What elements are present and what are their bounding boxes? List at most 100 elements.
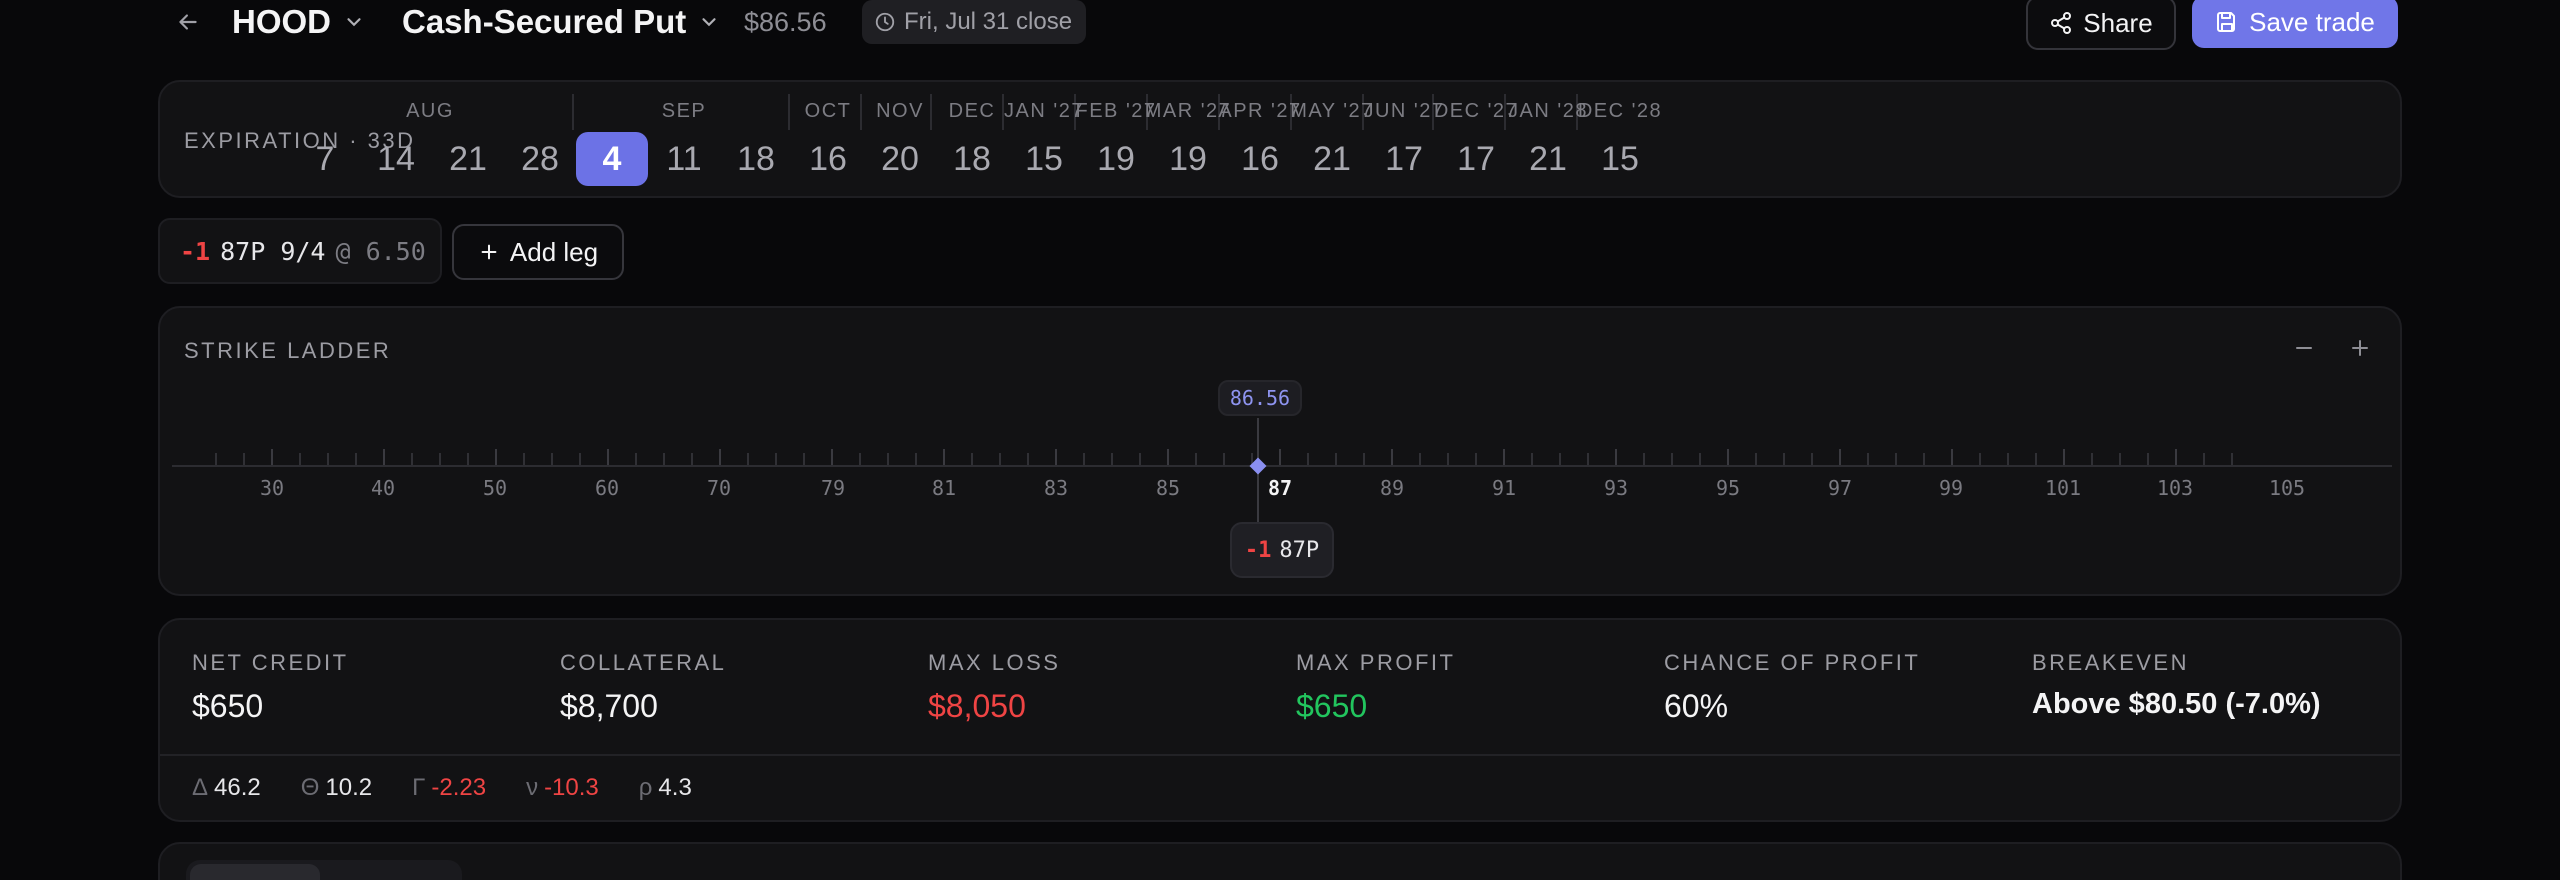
strategy-selector[interactable]: Cash-Secured Put bbox=[402, 0, 720, 44]
ladder-tick bbox=[747, 453, 749, 465]
strike-label[interactable]: 83 bbox=[1044, 476, 1068, 500]
expiration-day[interactable]: 20 bbox=[864, 132, 936, 186]
expiration-month: DEC '27 bbox=[1433, 100, 1519, 122]
collateral-stat: COLLATERAL $8,700 bbox=[560, 650, 726, 725]
add-leg-button[interactable]: Add leg bbox=[452, 224, 624, 280]
zoom-out-button[interactable] bbox=[2288, 332, 2320, 364]
expiration-month: JAN '28 bbox=[1508, 100, 1588, 122]
expiration-day[interactable]: 21 bbox=[432, 132, 504, 186]
expiration-day[interactable]: 21 bbox=[1296, 132, 1368, 186]
ladder-tick bbox=[1839, 449, 1841, 465]
expiration-day[interactable]: 21 bbox=[1512, 132, 1584, 186]
zoom-in-button[interactable] bbox=[2344, 332, 2376, 364]
ladder-tick bbox=[1811, 453, 1813, 465]
expiration-day[interactable]: 28 bbox=[504, 132, 576, 186]
ladder-tick bbox=[1615, 449, 1617, 465]
expiration-day[interactable]: 16 bbox=[1224, 132, 1296, 186]
ladder-tick bbox=[1111, 453, 1113, 465]
greek-symbol: Θ bbox=[300, 774, 320, 801]
ticker-symbol: HOOD bbox=[232, 3, 331, 40]
ladder-tick bbox=[1699, 453, 1701, 465]
ladder-tick bbox=[1923, 453, 1925, 465]
stats-divider bbox=[160, 754, 2400, 756]
ladder-tick bbox=[2035, 453, 2037, 465]
strike-label[interactable]: 105 bbox=[2269, 476, 2305, 500]
greek-value: -10.3 bbox=[544, 774, 599, 801]
expiration-day[interactable]: 18 bbox=[936, 132, 1008, 186]
strike-label[interactable]: 87 bbox=[1268, 476, 1292, 500]
ladder-tick bbox=[1027, 453, 1029, 465]
share-button[interactable]: Share bbox=[2026, 0, 2176, 50]
ticker-selector[interactable]: HOOD bbox=[232, 0, 365, 44]
ladder-tick bbox=[719, 449, 721, 465]
ladder-tick bbox=[1167, 449, 1169, 465]
ladder-tick bbox=[1447, 453, 1449, 465]
greek-symbol: Γ bbox=[412, 774, 426, 801]
ladder-tick bbox=[579, 453, 581, 465]
expiration-day[interactable]: 14 bbox=[360, 132, 432, 186]
expiration-month: MAY '27 bbox=[1290, 100, 1374, 122]
max-loss-label: MAX LOSS bbox=[928, 650, 1061, 675]
strike-label[interactable]: 97 bbox=[1828, 476, 1852, 500]
ladder-tick bbox=[775, 453, 777, 465]
strike-label[interactable]: 40 bbox=[371, 476, 395, 500]
expiration-day[interactable]: 15 bbox=[1008, 132, 1080, 186]
month-divider bbox=[860, 94, 862, 130]
ladder-tick bbox=[1531, 453, 1533, 465]
expiration-day[interactable]: 17 bbox=[1368, 132, 1440, 186]
strike-label[interactable]: 101 bbox=[2045, 476, 2081, 500]
leg-chip[interactable]: -1 87P 9/4 @ 6.50 bbox=[158, 218, 442, 284]
share-icon bbox=[2051, 12, 2072, 34]
strike-label[interactable]: 85 bbox=[1156, 476, 1180, 500]
expiration-day[interactable]: 17 bbox=[1440, 132, 1512, 186]
expiration-day[interactable]: 4 bbox=[576, 132, 648, 186]
ladder-tick bbox=[691, 453, 693, 465]
strike-label[interactable]: 70 bbox=[707, 476, 731, 500]
strike-label[interactable]: 79 bbox=[821, 476, 845, 500]
strike-label[interactable]: 89 bbox=[1380, 476, 1404, 500]
ladder-tick bbox=[383, 449, 385, 465]
close-time-label: Fri, Jul 31 close bbox=[904, 8, 1073, 35]
expiration-day[interactable]: 15 bbox=[1584, 132, 1656, 186]
greek-value: 10.2 bbox=[325, 774, 373, 801]
strike-label[interactable]: 81 bbox=[932, 476, 956, 500]
strike-label[interactable]: 30 bbox=[260, 476, 284, 500]
strike-label[interactable]: 99 bbox=[1939, 476, 1963, 500]
ladder-tick bbox=[271, 449, 273, 465]
ladder-tick bbox=[1587, 453, 1589, 465]
max-loss-value: $8,050 bbox=[928, 688, 1026, 724]
ladder-tick bbox=[327, 453, 329, 465]
save-icon bbox=[2217, 12, 2236, 32]
save-trade-button[interactable]: Save trade bbox=[2192, 0, 2398, 48]
expiration-day[interactable]: 7 bbox=[289, 132, 361, 186]
view-toggle-active[interactable] bbox=[190, 864, 320, 880]
save-trade-label: Save trade bbox=[2249, 6, 2375, 37]
strike-label[interactable]: 60 bbox=[595, 476, 619, 500]
add-leg-label: Add leg bbox=[509, 236, 599, 267]
chance-of-profit-label: CHANCE OF PROFIT bbox=[1664, 650, 1921, 675]
expiration-day[interactable]: 18 bbox=[720, 132, 792, 186]
top-bar: HOOD Cash-Secured Put $86.56 Fri, Jul 31… bbox=[160, 0, 2400, 50]
chevron-down-icon bbox=[347, 18, 361, 27]
back-button[interactable] bbox=[168, 2, 208, 42]
ladder-tick bbox=[859, 453, 861, 465]
expiration-day[interactable]: 16 bbox=[792, 132, 864, 186]
strike-label[interactable]: 93 bbox=[1604, 476, 1628, 500]
ladder-tick bbox=[1307, 453, 1309, 465]
strike-label[interactable]: 91 bbox=[1492, 476, 1516, 500]
expiration-day[interactable]: 19 bbox=[1080, 132, 1152, 186]
ladder-tick bbox=[635, 453, 637, 465]
view-toggle[interactable] bbox=[186, 860, 462, 880]
ladder-tick bbox=[1867, 453, 1869, 465]
strike-position-badge[interactable]: -1 87P bbox=[1230, 522, 1334, 578]
leg-price: @ 6.50 bbox=[335, 236, 426, 266]
expiration-day[interactable]: 19 bbox=[1152, 132, 1224, 186]
ladder-tick bbox=[1419, 453, 1421, 465]
strike-label[interactable]: 95 bbox=[1716, 476, 1740, 500]
collateral-label: COLLATERAL bbox=[560, 650, 727, 675]
strike-label[interactable]: 50 bbox=[483, 476, 507, 500]
strike-label[interactable]: 103 bbox=[2157, 476, 2193, 500]
ladder-tick bbox=[299, 453, 301, 465]
expiration-day[interactable]: 11 bbox=[648, 132, 720, 186]
ladder-tick bbox=[215, 453, 217, 465]
